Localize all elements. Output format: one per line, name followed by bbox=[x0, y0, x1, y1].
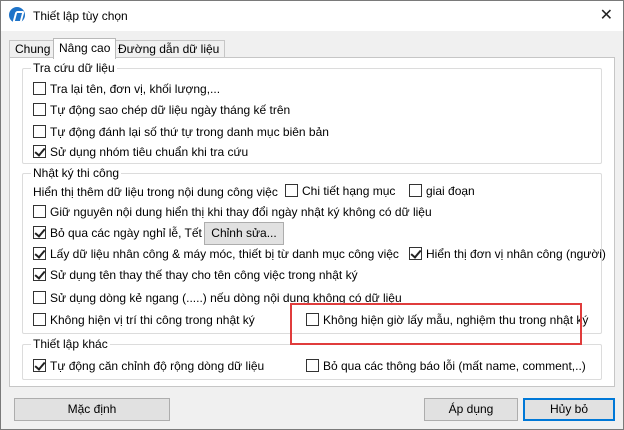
checkbox[interactable] bbox=[33, 103, 46, 116]
option-giai-doan[interactable]: giai đoạn bbox=[409, 184, 475, 198]
options-dialog: Thiết lập tùy chọn ✕ Chung Nâng cao Đườn… bbox=[0, 0, 624, 430]
title-bar: Thiết lập tùy chọn ✕ bbox=[1, 1, 623, 31]
option-skip-holidays[interactable]: Bỏ qua các ngày nghỉ lễ, Tết bbox=[33, 226, 202, 240]
lookup-option-3[interactable]: Tự động đánh lại số thứ tự trong danh mụ… bbox=[33, 125, 329, 139]
option-auto-width[interactable]: Tự động căn chỉnh độ rộng dòng dữ liệu bbox=[33, 359, 264, 373]
cancel-button[interactable]: Hủy bỏ bbox=[523, 398, 615, 421]
checkbox[interactable] bbox=[33, 226, 46, 239]
edit-holidays-button[interactable]: Chỉnh sửa... bbox=[204, 222, 284, 245]
apply-button[interactable]: Áp dụng bbox=[424, 398, 518, 421]
lookup-option-1[interactable]: Tra lại tên, đơn vị, khối lượng,... bbox=[33, 82, 220, 96]
diary-group-title: Nhật ký thi công bbox=[31, 166, 122, 180]
checkbox[interactable] bbox=[409, 247, 422, 260]
other-group-title: Thiết lập khác bbox=[31, 337, 110, 351]
option-use-alt-name[interactable]: Sử dụng tên thay thế thay cho tên công v… bbox=[33, 268, 358, 282]
checkbox[interactable] bbox=[33, 145, 46, 158]
checkbox[interactable] bbox=[33, 125, 46, 138]
option-keep-content[interactable]: Giữ nguyên nội dung hiển thị khi thay đổ… bbox=[33, 205, 432, 219]
checkbox[interactable] bbox=[33, 359, 46, 372]
app-logo-icon bbox=[9, 7, 25, 23]
window-title: Thiết lập tùy chọn bbox=[33, 9, 128, 23]
tab-data-paths[interactable]: Đường dẫn dữ liệu bbox=[112, 40, 226, 58]
checkbox[interactable] bbox=[285, 184, 298, 197]
option-skip-errors[interactable]: Bỏ qua các thông báo lỗi (mất name, comm… bbox=[306, 359, 586, 373]
option-hide-position[interactable]: Không hiện vị trí thi công trong nhật ký bbox=[33, 313, 255, 327]
show-extra-label: Hiển thị thêm dữ liệu trong nội dung côn… bbox=[33, 185, 278, 199]
highlight-box bbox=[290, 303, 582, 345]
lookup-group-title: Tra cứu dữ liệu bbox=[31, 61, 117, 75]
checkbox[interactable] bbox=[33, 313, 46, 326]
close-icon[interactable]: ✕ bbox=[600, 5, 613, 25]
default-button[interactable]: Mặc định bbox=[14, 398, 170, 421]
checkbox[interactable] bbox=[33, 205, 46, 218]
lookup-option-2[interactable]: Tự động sao chép dữ liệu ngày tháng kế t… bbox=[33, 103, 290, 117]
checkbox[interactable] bbox=[409, 184, 422, 197]
checkbox[interactable] bbox=[306, 359, 319, 372]
checkbox[interactable] bbox=[33, 291, 46, 304]
checkbox[interactable] bbox=[33, 82, 46, 95]
checkbox[interactable] bbox=[33, 247, 46, 260]
lookup-option-4[interactable]: Sử dụng nhóm tiêu chuẩn khi tra cứu bbox=[33, 145, 248, 159]
tab-general[interactable]: Chung bbox=[9, 40, 57, 58]
option-get-labor[interactable]: Lấy dữ liệu nhân công & máy móc, thiết b… bbox=[33, 247, 399, 261]
tab-advanced[interactable]: Nâng cao bbox=[53, 38, 117, 59]
option-chi-tiet[interactable]: Chi tiết hạng mục bbox=[285, 184, 395, 198]
option-show-labor-unit[interactable]: Hiển thị đơn vị nhân công (người) bbox=[409, 247, 606, 261]
checkbox[interactable] bbox=[33, 268, 46, 281]
